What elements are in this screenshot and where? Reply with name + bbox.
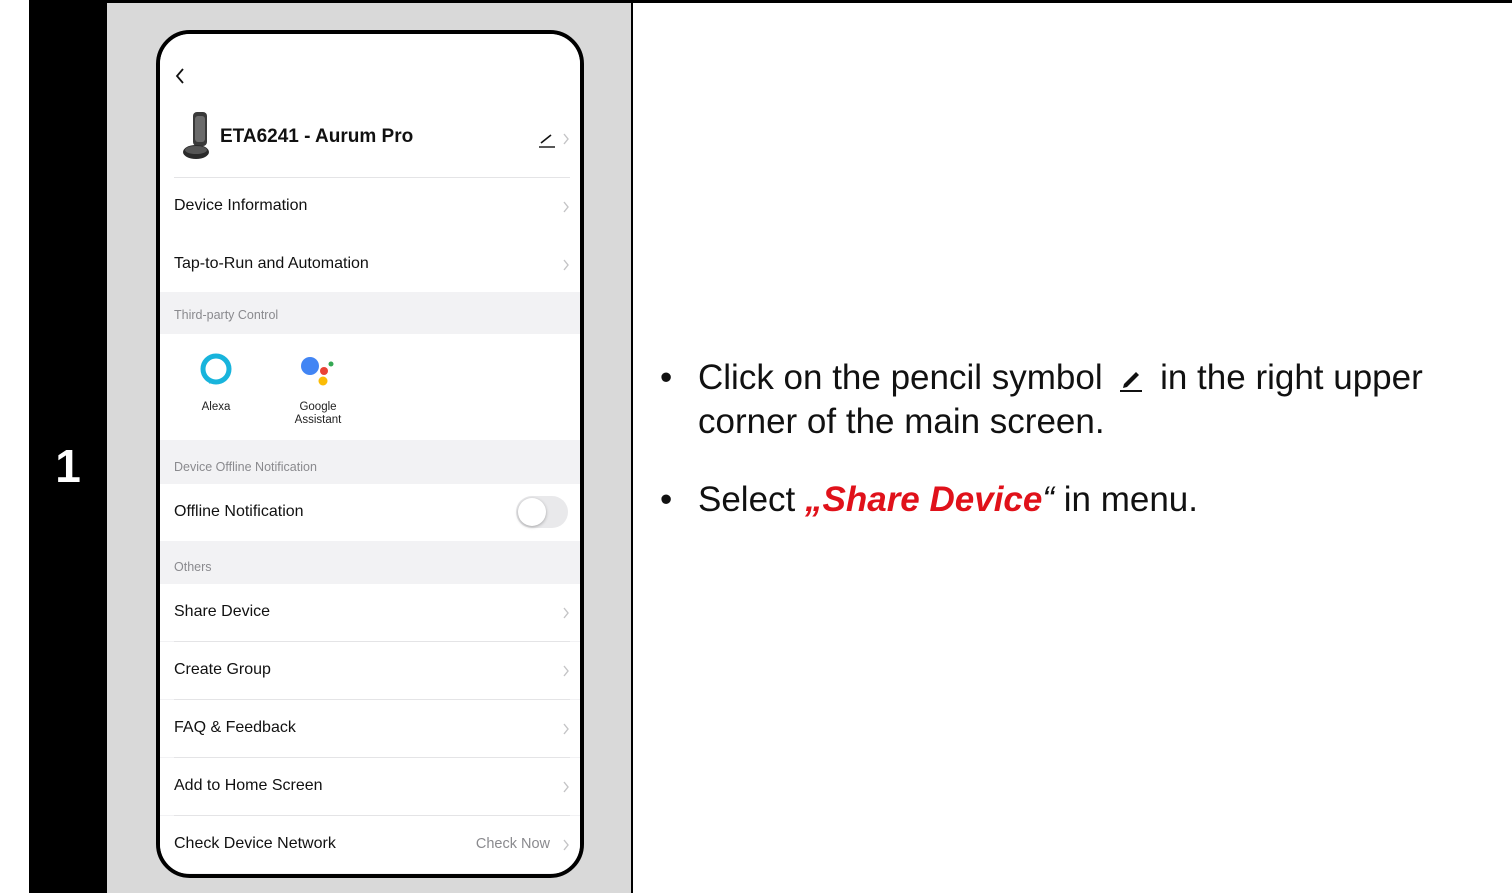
alexa-tile[interactable]: Alexa [176, 352, 256, 414]
menu-item-check-device-network[interactable]: Check Device Network Check Now [160, 816, 580, 873]
step-number: 1 [55, 440, 81, 492]
share-device-highlight: Share Device [822, 480, 1043, 519]
alexa-label: Alexa [201, 401, 231, 413]
third-party-panel: Alexa Google Assistant [160, 334, 580, 440]
menu-item-label: Add to Home Screen [174, 777, 323, 794]
menu-item-label: FAQ & Feedback [174, 719, 296, 736]
bullet-dot: • [660, 480, 673, 519]
google-assistant-icon [301, 357, 334, 386]
device-name: ETA6241 - Aurum Pro [220, 126, 414, 147]
instruction-1-before: Click on the pencil symbol [698, 358, 1103, 397]
instruction-2-before: Select [698, 480, 805, 519]
menu-item-share-device[interactable]: Share Device [160, 584, 580, 641]
instruction-2-after: in menu. [1054, 480, 1198, 519]
menu-item-device-information[interactable]: Device Information [160, 178, 580, 235]
section-label: Third-party Control [174, 308, 279, 322]
chevron-right-icon [563, 723, 569, 735]
device-header[interactable]: ETA6241 - Aurum Pro [160, 96, 580, 181]
chevron-right-icon [563, 201, 569, 213]
chevron-right-icon [563, 133, 569, 145]
pencil-icon [1120, 372, 1143, 392]
menu-item-tap-to-run[interactable]: Tap-to-Run and Automation [160, 236, 580, 293]
offline-notification-toggle[interactable] [516, 496, 568, 528]
section-header-others: Others [160, 542, 580, 584]
menu-item-label: Share Device [174, 603, 271, 620]
toggle-knob [518, 498, 546, 526]
chevron-right-icon [563, 259, 569, 271]
menu-item-label: Create Group [174, 661, 271, 678]
section-header-offline: Device Offline Notification [160, 442, 580, 484]
menu-item-add-to-home-screen[interactable]: Add to Home Screen [160, 758, 580, 815]
google-label-line2: Assistant [294, 414, 342, 426]
bullet-dot: • [660, 358, 673, 397]
robot-vacuum-icon [183, 112, 209, 159]
menu-item-label: Check Device Network [174, 835, 336, 852]
offline-notification-row: Offline Notification [160, 484, 580, 541]
step-column: 1 [29, 3, 107, 893]
menu-item-create-group[interactable]: Create Group [160, 642, 580, 699]
menu-item-label: Tap-to-Run and Automation [174, 255, 369, 272]
google-assistant-tile[interactable]: Google Assistant [278, 352, 358, 427]
chevron-right-icon [563, 781, 569, 793]
instruction-bullet-1: • Click on the pencil symbol in the righ… [660, 356, 1490, 444]
phone-screenshot: ETA6241 - Aurum Pro Device Information T… [156, 30, 584, 878]
alexa-icon [200, 353, 232, 385]
menu-item-label: Device Information [174, 197, 308, 214]
offline-notification-label: Offline Notification [174, 503, 304, 520]
chevron-right-icon [563, 665, 569, 677]
instruction-bullet-2: • Select „Share Device“ in menu. [660, 478, 1490, 522]
chevron-right-icon [563, 607, 569, 619]
section-header-third-party: Third-party Control [160, 292, 580, 334]
chevron-right-icon [563, 839, 569, 851]
close-quote: “ [1042, 480, 1055, 519]
google-assistant-label: Google Assistant [278, 401, 358, 427]
section-label: Others [174, 560, 212, 574]
pencil-icon[interactable] [538, 132, 556, 148]
section-label: Device Offline Notification [174, 460, 317, 474]
back-chevron-icon[interactable] [172, 64, 188, 88]
google-label-line1: Google [299, 401, 337, 413]
open-quote: „ [805, 480, 823, 519]
instruction-text: • Click on the pencil symbol in the righ… [660, 356, 1490, 522]
menu-item-faq-feedback[interactable]: FAQ & Feedback [160, 700, 580, 757]
check-now-link[interactable]: Check Now [476, 836, 550, 852]
